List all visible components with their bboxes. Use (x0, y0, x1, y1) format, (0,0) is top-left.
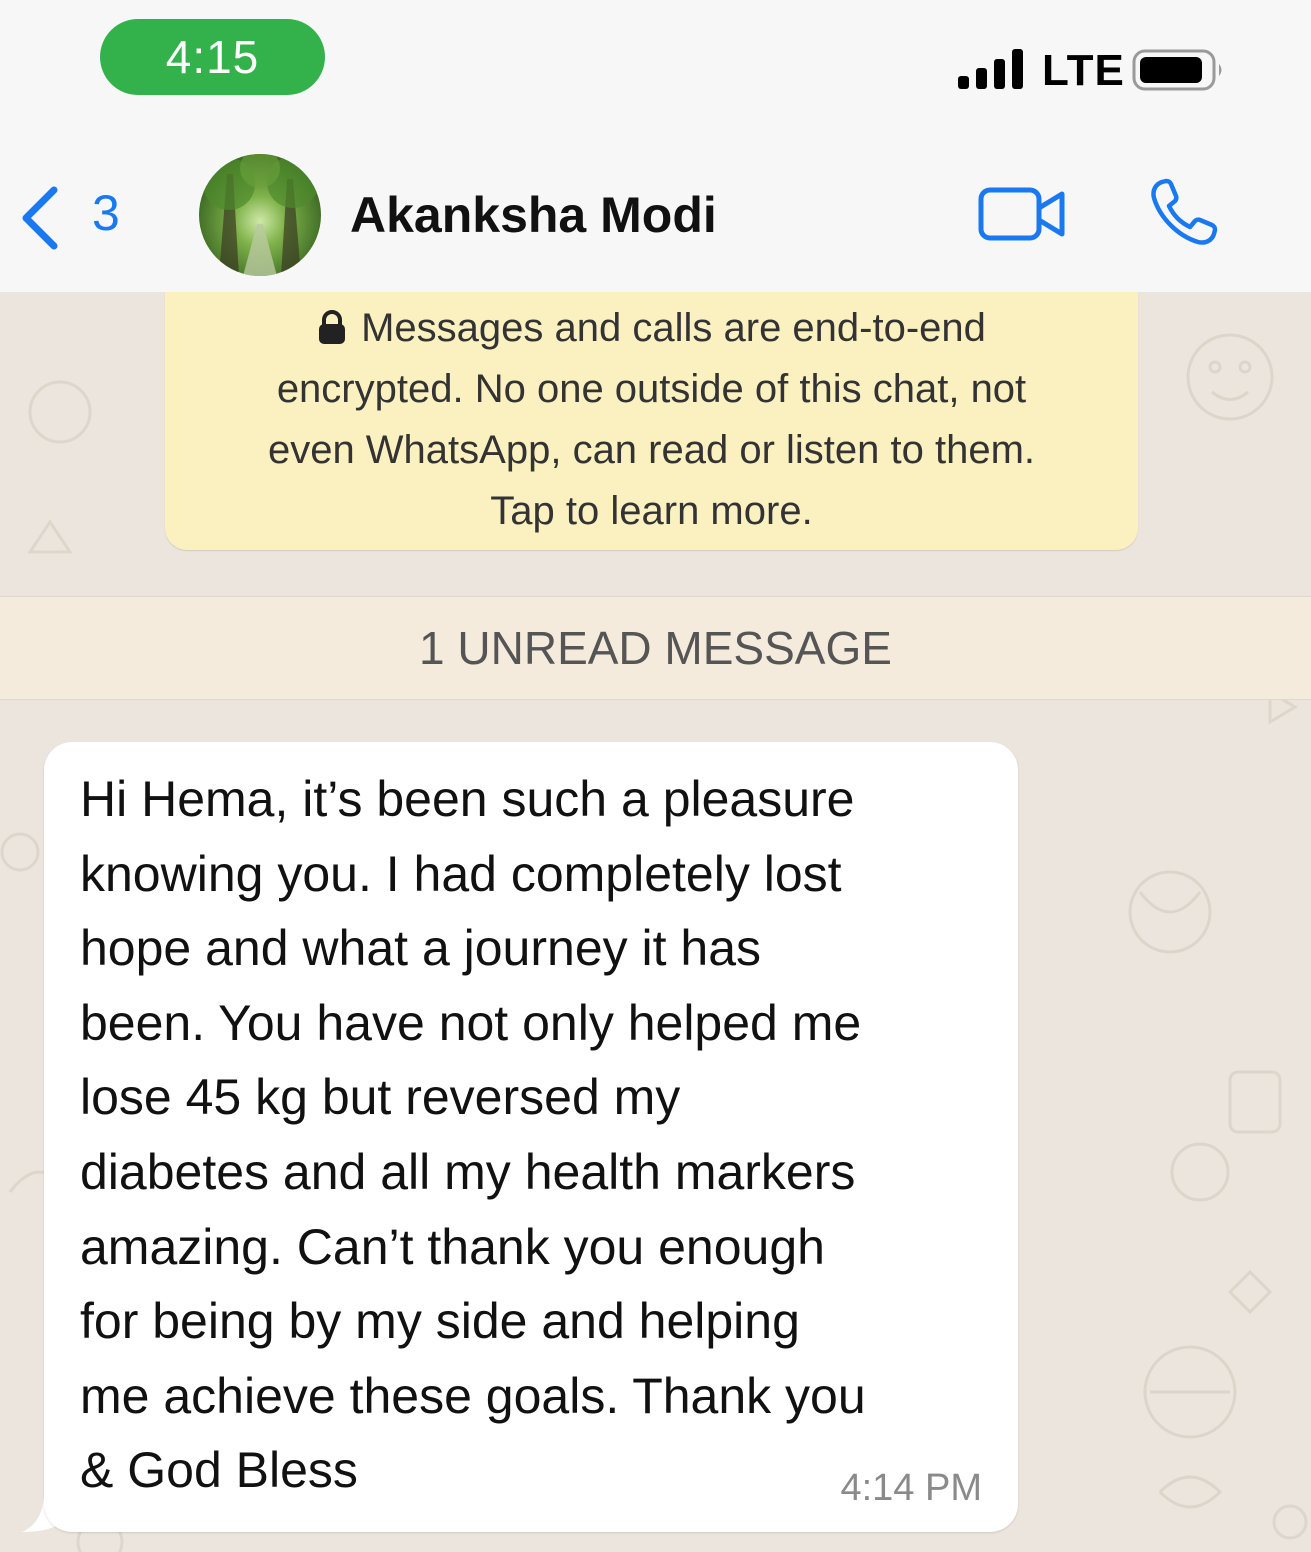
back-unread-count[interactable]: 3 (92, 184, 120, 242)
message-line: diabetes and all my health markers (80, 1143, 856, 1200)
encryption-line-3: even WhatsApp, can read or listen to the… (267, 428, 1036, 472)
message-line: lose 45 kg but reversed my (80, 1069, 681, 1126)
message-text: Hi Hema, it’s been such a pleasure knowi… (80, 762, 1000, 1508)
encryption-line-1: Messages and calls are end-to-end (195, 298, 1108, 359)
contact-name[interactable]: Akanksha Modi (350, 186, 717, 244)
message-line: knowing you. I had completely lost (80, 845, 842, 902)
lock-icon (319, 310, 346, 344)
message-line: amazing. Can’t thank you enough (80, 1218, 825, 1275)
encryption-text-1: Messages and calls are end-to-end (361, 306, 986, 350)
network-type: LTE (1042, 46, 1125, 95)
message-line: been. You have not only helped me (80, 994, 862, 1051)
avatar[interactable] (199, 154, 321, 276)
message-line: Hi Hema, it’s been such a pleasure (80, 771, 855, 827)
encryption-line-2: encrypted. No one outside of this chat, … (276, 367, 1027, 411)
video-camera-icon[interactable] (978, 184, 1066, 244)
encryption-notice[interactable]: Messages and calls are end-to-end encryp… (165, 292, 1138, 550)
status-bar: 4:15 LTE (0, 0, 1311, 126)
avatar-image (199, 154, 321, 276)
message-line: me achieve these goals. Thank you (80, 1367, 866, 1424)
chat-header: 3 Akanksha Modi (0, 126, 1311, 293)
unread-messages-banner: 1 UNREAD MESSAGE (0, 596, 1311, 700)
message-line: hope and what a journey it has (80, 920, 762, 977)
chevron-left-icon[interactable] (18, 184, 62, 252)
incoming-message-bubble[interactable]: Hi Hema, it’s been such a pleasure knowi… (44, 742, 1018, 1532)
message-timestamp: 4:14 PM (840, 1467, 982, 1509)
learn-more-link[interactable]: Tap to learn more. (195, 481, 1108, 542)
phone-icon[interactable] (1148, 176, 1220, 248)
signal-strength-icon (958, 49, 1023, 89)
message-line: for being by my side and helping (80, 1293, 800, 1350)
battery-icon (1132, 49, 1222, 91)
status-time[interactable]: 4:15 (100, 19, 325, 95)
